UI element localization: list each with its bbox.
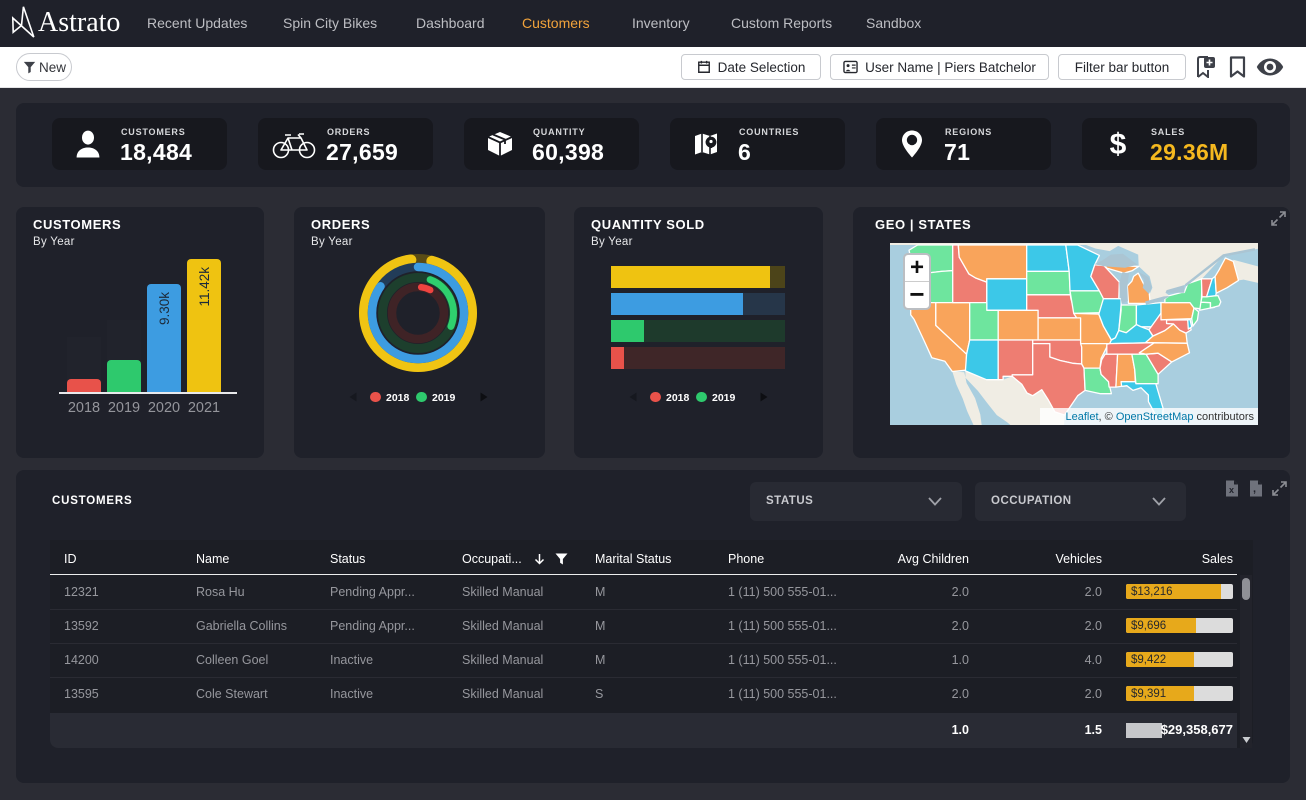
svg-text:x: x xyxy=(1229,485,1234,495)
svg-text:$: $ xyxy=(1110,128,1127,160)
svg-text:,: , xyxy=(1253,483,1256,495)
